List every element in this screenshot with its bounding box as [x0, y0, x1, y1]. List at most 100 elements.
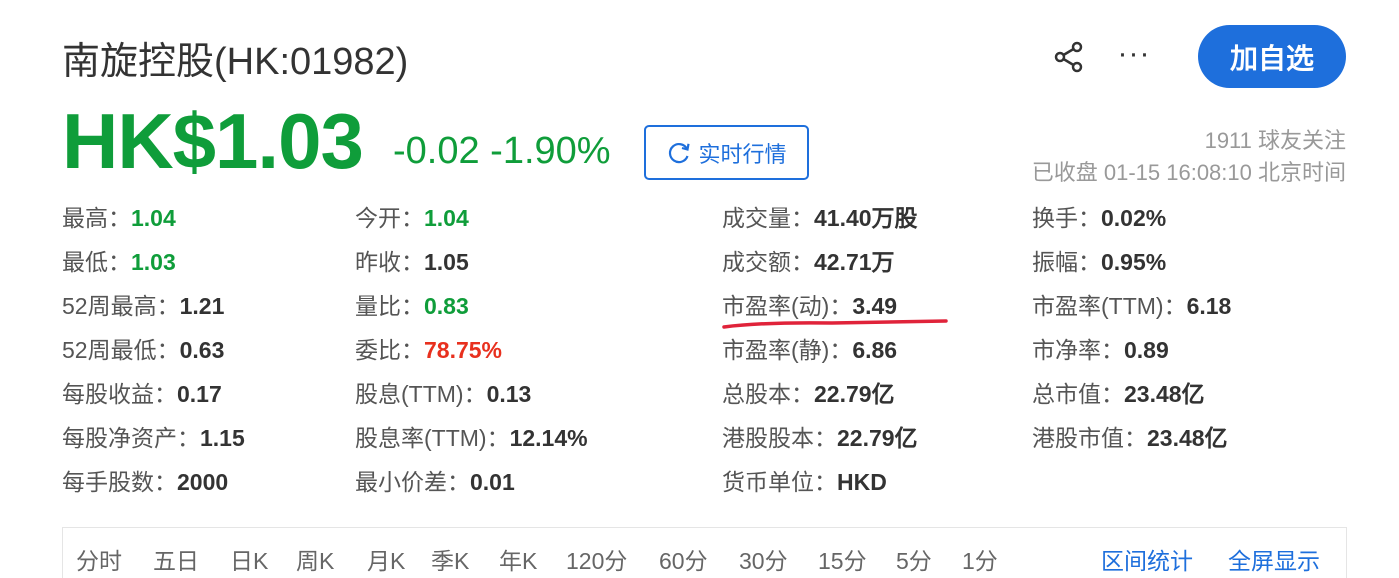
period-tab[interactable]: 日K: [230, 542, 268, 576]
stat-value: 42.71万: [814, 249, 895, 275]
stat-label: 成交量：: [722, 205, 814, 231]
stat-item: 市盈率(静)：6.86: [722, 335, 897, 365]
stat-item: 成交额：42.71万: [722, 247, 895, 277]
stat-value: 1.05: [424, 249, 469, 275]
stat-value: 22.79亿: [837, 425, 918, 451]
share-icon: [1054, 41, 1083, 73]
stat-item: 最小价差：0.01: [355, 467, 515, 497]
more-button[interactable]: ···: [1114, 36, 1154, 72]
stat-value: 1.21: [179, 293, 225, 319]
period-tab[interactable]: 季K: [431, 542, 469, 576]
stat-label: 换手：: [1032, 205, 1101, 231]
range-stats-link[interactable]: 区间统计: [1101, 542, 1193, 576]
stat-value: 0.95%: [1101, 249, 1167, 275]
period-tab[interactable]: 30分: [739, 542, 788, 576]
stat-item: 委比：78.75%: [355, 335, 502, 365]
period-tab[interactable]: 1分: [962, 542, 998, 576]
stat-label: 市盈率(TTM)：: [1032, 293, 1187, 319]
stat-label: 52周最低：: [62, 337, 180, 363]
stat-item: 股息(TTM)：0.13: [355, 379, 531, 409]
stat-item: 每手股数：2000: [62, 467, 228, 497]
stat-item: 成交量：41.40万股: [722, 203, 918, 233]
stat-value: HKD: [837, 469, 887, 495]
stat-item: 总市值：23.48亿: [1032, 379, 1205, 409]
stat-value: 6.18: [1186, 293, 1232, 319]
stat-item: 52周最高：1.21: [62, 291, 224, 321]
stat-value: 0.13: [486, 381, 532, 407]
fullscreen-link[interactable]: 全屏显示: [1228, 542, 1320, 576]
stat-label: 货币单位：: [722, 469, 837, 495]
stat-value: 1.04: [424, 205, 469, 231]
stat-item: 总股本：22.79亿: [722, 379, 895, 409]
stat-item: 股息率(TTM)：12.14%: [355, 423, 588, 453]
stat-value: 22.79亿: [814, 381, 895, 407]
stat-label: 每股净资产：: [62, 425, 200, 451]
current-price: HK$1.03: [62, 97, 364, 185]
period-tab[interactable]: 五日: [153, 542, 199, 576]
stat-value: 1.04: [131, 205, 176, 231]
stat-item: 市盈率(动)：3.49: [722, 291, 897, 321]
stat-value: 78.75%: [424, 337, 503, 363]
stat-item: 今开：1.04: [355, 203, 469, 233]
stat-label: 昨收：: [355, 249, 424, 275]
stat-value: 6.86: [852, 337, 898, 363]
stat-item: 换手：0.02%: [1032, 203, 1166, 233]
share-button[interactable]: [1050, 38, 1088, 76]
annotation-underline: [722, 319, 948, 329]
stat-item: 港股股本：22.79亿: [722, 423, 918, 453]
stat-label: 最高：: [62, 205, 131, 231]
stat-label: 市净率：: [1032, 337, 1124, 363]
stat-item: 最高：1.04: [62, 203, 176, 233]
stat-value: 23.48亿: [1124, 381, 1205, 407]
period-tab[interactable]: 15分: [818, 542, 867, 576]
stat-label: 市盈率(静)：: [722, 337, 853, 363]
stat-label: 市盈率(动)：: [722, 293, 853, 319]
stat-label: 每股收益：: [62, 381, 177, 407]
period-tab[interactable]: 60分: [659, 542, 708, 576]
stat-label: 总股本：: [722, 381, 814, 407]
stat-label: 委比：: [355, 337, 424, 363]
price-change: -0.02 -1.90%: [393, 130, 611, 172]
stat-label: 52周最高：: [62, 293, 180, 319]
stat-label: 港股股本：: [722, 425, 837, 451]
stat-value: 0.83: [424, 293, 469, 319]
stat-value: 1.15: [200, 425, 245, 451]
refresh-icon: [669, 142, 691, 163]
stat-item: 货币单位：HKD: [722, 467, 887, 497]
stat-item: 每股收益：0.17: [62, 379, 222, 409]
stat-label: 今开：: [355, 205, 424, 231]
stat-value: 23.48亿: [1147, 425, 1228, 451]
period-tab[interactable]: 月K: [367, 542, 405, 576]
period-tab[interactable]: 5分: [896, 542, 932, 576]
stock-title: 南旋控股(HK:01982): [62, 41, 409, 83]
stat-item: 振幅：0.95%: [1032, 247, 1166, 277]
stat-value: 3.49: [852, 293, 898, 319]
stat-item: 量比：0.83: [355, 291, 469, 321]
stat-item: 市盈率(TTM)：6.18: [1032, 291, 1231, 321]
stat-value: 0.63: [179, 337, 225, 363]
period-tab[interactable]: 分时: [76, 542, 122, 576]
followers-count: 1911 球友关注: [1204, 128, 1346, 153]
market-status: 已收盘 01-15 16:08:10 北京时间: [1031, 160, 1346, 185]
stat-value: 12.14%: [509, 425, 588, 451]
add-watchlist-button[interactable]: 加自选: [1198, 25, 1346, 88]
realtime-quote-label: 实时行情: [698, 141, 787, 167]
stat-item: 市净率：0.89: [1032, 335, 1169, 365]
period-tab[interactable]: 周K: [296, 542, 334, 576]
stat-label: 振幅：: [1032, 249, 1101, 275]
stat-item: 昨收：1.05: [355, 247, 469, 277]
stat-value: 41.40万股: [814, 205, 918, 231]
chart-period-tabs: 分时 五日 日K 周K 月K 季K 年K 120分 60分 30分 15分 5分 1分 区间统计 全屏显示: [62, 527, 1347, 578]
stat-value: 0.89: [1124, 337, 1169, 363]
stat-label: 港股市值：: [1032, 425, 1147, 451]
stat-label: 量比：: [355, 293, 424, 319]
stat-value: 0.02%: [1101, 205, 1167, 231]
stat-label: 成交额：: [722, 249, 814, 275]
period-tab[interactable]: 120分: [566, 542, 627, 576]
stat-item: 最低：1.03: [62, 247, 176, 277]
stat-label: 股息(TTM)：: [355, 381, 487, 407]
stat-label: 每手股数：: [62, 469, 177, 495]
period-tab[interactable]: 年K: [499, 542, 537, 576]
stat-value: 0.17: [177, 381, 222, 407]
realtime-quote-button[interactable]: 实时行情: [644, 125, 809, 180]
